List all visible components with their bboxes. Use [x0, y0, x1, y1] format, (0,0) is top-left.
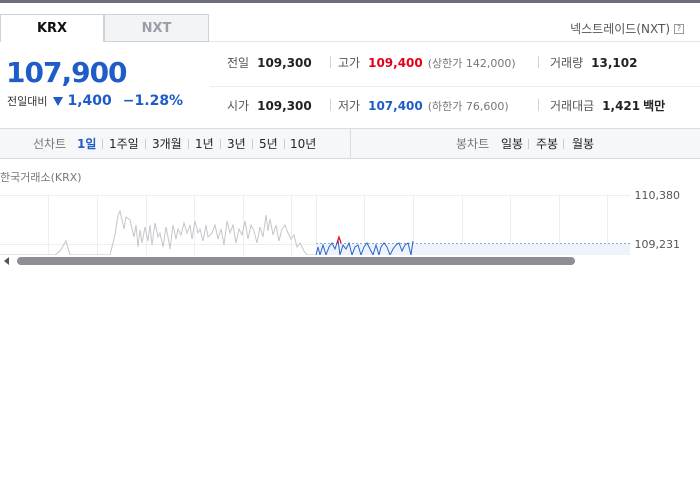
- nav-divider: [528, 139, 529, 149]
- period-10y[interactable]: 10년: [290, 129, 316, 158]
- change-percent: −1.28%: [122, 93, 184, 109]
- price-line-previous: [0, 209, 316, 255]
- open-label: 시가: [227, 99, 250, 113]
- nav-divider: [284, 139, 285, 149]
- nxt-link-label: 넥스트레이드(NXT): [570, 22, 670, 36]
- tab-krx[interactable]: KRX: [0, 14, 104, 42]
- divider: [330, 56, 331, 68]
- down-triangle-icon: [53, 96, 64, 106]
- nav-divider: [188, 139, 189, 149]
- period-5y[interactable]: 5년: [259, 129, 278, 158]
- period-1w[interactable]: 1주일: [109, 129, 139, 158]
- chart-period-nav: 선차트 1일 1주일 3개월 1년 3년 5년 10년 봉차트 일봉 주봉 월봉: [0, 128, 700, 159]
- current-price: 107,900: [6, 56, 128, 89]
- low-price: 저가 107,400 (하한가 76,600): [338, 97, 509, 114]
- turnover-label: 거래대금: [550, 99, 595, 113]
- open-value: 109,300: [257, 98, 312, 113]
- tab-nxt[interactable]: NXT: [104, 14, 209, 42]
- tab-underline: [209, 41, 700, 42]
- volume-label: 거래량: [550, 56, 584, 70]
- nav-divider: [252, 139, 253, 149]
- chart-scrollbar[interactable]: [0, 254, 700, 268]
- period-3m[interactable]: 3개월: [152, 129, 182, 158]
- nxt-info-link[interactable]: 넥스트레이드(NXT) ?: [570, 20, 684, 37]
- turnover-unit: 백만: [643, 99, 666, 113]
- period-3y[interactable]: 3년: [227, 129, 246, 158]
- nav-divider: [145, 139, 146, 149]
- prev-close-label: 전일: [227, 56, 250, 70]
- high-value: 109,400: [368, 55, 423, 70]
- lower-limit: (하한가 76,600): [427, 99, 509, 113]
- divider: [330, 99, 331, 111]
- scroll-thumb[interactable]: [17, 257, 575, 265]
- low-value: 107,400: [368, 98, 423, 113]
- candle-weekly[interactable]: 주봉: [536, 129, 558, 158]
- turnover-value: 1,421: [602, 98, 641, 113]
- divider: [538, 99, 539, 111]
- change-label: 전일대비: [7, 95, 48, 108]
- help-icon[interactable]: ?: [674, 23, 684, 34]
- price-change: 전일대비 1,400 −1.28%: [7, 93, 183, 109]
- nav-divider: [563, 139, 564, 149]
- upper-limit: (상한가 142,000): [427, 56, 516, 70]
- prev-close-value: 109,300: [257, 55, 312, 70]
- line-chart-label: 선차트: [33, 137, 67, 151]
- volume: 거래량 13,102: [550, 54, 637, 71]
- nav-divider: [102, 139, 103, 149]
- turnover: 거래대금 1,421 백만: [550, 97, 665, 114]
- price-spike: [336, 235, 342, 244]
- scroll-left-arrow-icon[interactable]: [4, 257, 9, 265]
- divider: [538, 56, 539, 68]
- low-label: 저가: [338, 99, 361, 113]
- period-1y[interactable]: 1년: [195, 129, 214, 158]
- candle-chart-label: 봉차트: [456, 137, 490, 151]
- intraday-chart[interactable]: [0, 185, 700, 255]
- candle-daily[interactable]: 일봉: [501, 129, 523, 158]
- change-amount: 1,400: [67, 93, 112, 109]
- y-axis-label-top: 110,380: [634, 189, 681, 202]
- nav-center-divider: [350, 129, 351, 158]
- candle-monthly[interactable]: 월봉: [572, 129, 594, 158]
- open-price: 시가 109,300: [227, 97, 312, 114]
- top-border: [0, 0, 700, 3]
- prev-close: 전일 109,300: [227, 54, 312, 71]
- high-price: 고가 109,400 (상한가 142,000): [338, 54, 516, 71]
- volume-value: 13,102: [591, 55, 638, 70]
- y-axis-label-mid: 109,231: [634, 238, 681, 251]
- high-label: 고가: [338, 56, 361, 70]
- period-1d[interactable]: 1일: [77, 129, 96, 158]
- chart-title: 한국거래소(KRX): [0, 171, 82, 184]
- quote-row-divider: [210, 86, 700, 87]
- nav-divider: [220, 139, 221, 149]
